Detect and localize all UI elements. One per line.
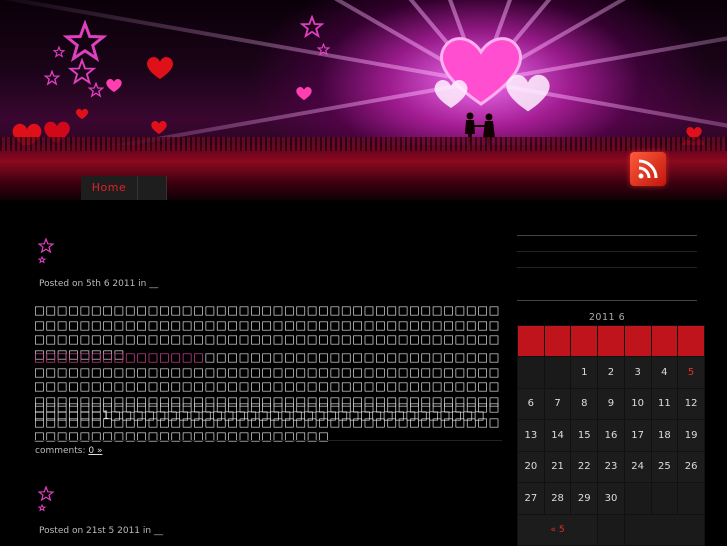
calendar-prev-month-link[interactable]: « 5 (516, 513, 599, 546)
post-highlight-link[interactable]: □□□□□□□□□□□□□□□ (34, 350, 204, 364)
calendar-day: 11 (650, 387, 679, 420)
calendar-day: 2 (597, 356, 625, 389)
calendar-day: 16 (597, 419, 625, 452)
calendar-week: 20 21 22 23 24 25 26 (517, 450, 705, 483)
nav-home-link[interactable]: Home (81, 176, 138, 200)
heart-icon (75, 108, 89, 120)
calendar-day: 1 (570, 356, 599, 389)
calendar-day: 15 (570, 419, 599, 452)
calendar-day: 24 (623, 450, 652, 483)
calendar-table: 1 2 3 4 5 6 7 8 9 10 11 12 13 14 15 16 1… (516, 325, 706, 546)
heart-icon (106, 78, 122, 93)
calendar-day: 21 (543, 450, 572, 483)
calendar-day: 27 (517, 482, 545, 515)
calendar-caption: 2011 6 (588, 312, 626, 323)
heart-icon (296, 86, 312, 101)
calendar-day: 17 (623, 419, 652, 452)
calendar-spacer (597, 513, 625, 546)
calendar-nav-row: « 5 (516, 513, 706, 546)
calendar-day: 25 (650, 450, 679, 483)
star-icon (317, 43, 330, 56)
nav-blank-item[interactable] (138, 176, 167, 200)
divider (34, 440, 502, 441)
comments-link[interactable]: 0 » (88, 446, 102, 456)
calendar-day: 3 (623, 356, 652, 389)
star-icon (88, 82, 104, 98)
star-bullet-icon (38, 486, 54, 512)
weekday-header (597, 325, 625, 357)
calendar-day: 8 (570, 387, 599, 420)
calendar-day: 30 (597, 482, 625, 515)
calendar-next-month (623, 513, 706, 546)
heart-icon (506, 74, 550, 112)
star-icon (53, 46, 65, 58)
star-icon (44, 70, 60, 86)
calendar-day: 6 (517, 387, 545, 420)
calendar-header-row (517, 325, 705, 357)
calendar-day: 22 (570, 450, 599, 483)
calendar-day (623, 482, 652, 515)
calendar-day: 10 (623, 387, 652, 420)
calendar-day: 18 (650, 419, 679, 452)
comments-line: comments: 0 » (35, 446, 102, 456)
header-banner: Home (0, 0, 727, 200)
calendar-day: 23 (597, 450, 625, 483)
sidebar-divider (517, 267, 697, 268)
calendar-day: 20 (517, 450, 545, 483)
calendar-day: 28 (543, 482, 572, 515)
calendar-day: 19 (677, 419, 705, 452)
star-icon (300, 15, 324, 39)
calendar-day (650, 482, 679, 515)
calendar-day (517, 356, 545, 389)
calendar-day: 7 (543, 387, 572, 420)
weekday-header (677, 325, 705, 357)
heart-icon (151, 120, 167, 135)
calendar-week: 27 28 29 30 (517, 482, 705, 515)
calendar-day: 13 (517, 419, 545, 452)
post-meta: Posted on 5th 6 2011 in __ (39, 279, 159, 289)
calendar-week: 1 2 3 4 5 (517, 356, 705, 389)
calendar-week: 6 7 8 9 10 11 12 (517, 387, 705, 420)
weekday-header (517, 325, 545, 357)
calendar-day: 4 (650, 356, 679, 389)
calendar-day: 26 (677, 450, 705, 483)
heart-icon (434, 80, 468, 108)
post-meta: Posted on 21st 5 2011 in __ (39, 526, 163, 536)
weekday-header (570, 325, 599, 357)
sidebar-divider (517, 251, 697, 252)
calendar-week: 13 14 15 16 17 18 19 (517, 419, 705, 452)
calendar-day: 9 (597, 387, 625, 420)
sidebar-divider (517, 235, 697, 236)
weekday-header (650, 325, 679, 357)
weekday-header (623, 325, 652, 357)
calendar-day (677, 482, 705, 515)
calendar-day: 29 (570, 482, 599, 515)
sidebar-divider (517, 300, 697, 301)
calendar-day: 12 (677, 387, 705, 420)
calendar-day: 14 (543, 419, 572, 452)
post-paragraph: □□□□□□□□□□□□□□□□□□□□□□□□□□□□□□□□□□□□□□□□… (34, 400, 500, 443)
main-nav: Home (0, 176, 727, 200)
comments-label: comments: (35, 446, 86, 456)
weekday-header (543, 325, 572, 357)
star-bullet-icon (38, 238, 54, 264)
calendar-day-link[interactable]: 5 (677, 356, 705, 389)
calendar-day (543, 356, 572, 389)
heart-icon (147, 56, 173, 80)
